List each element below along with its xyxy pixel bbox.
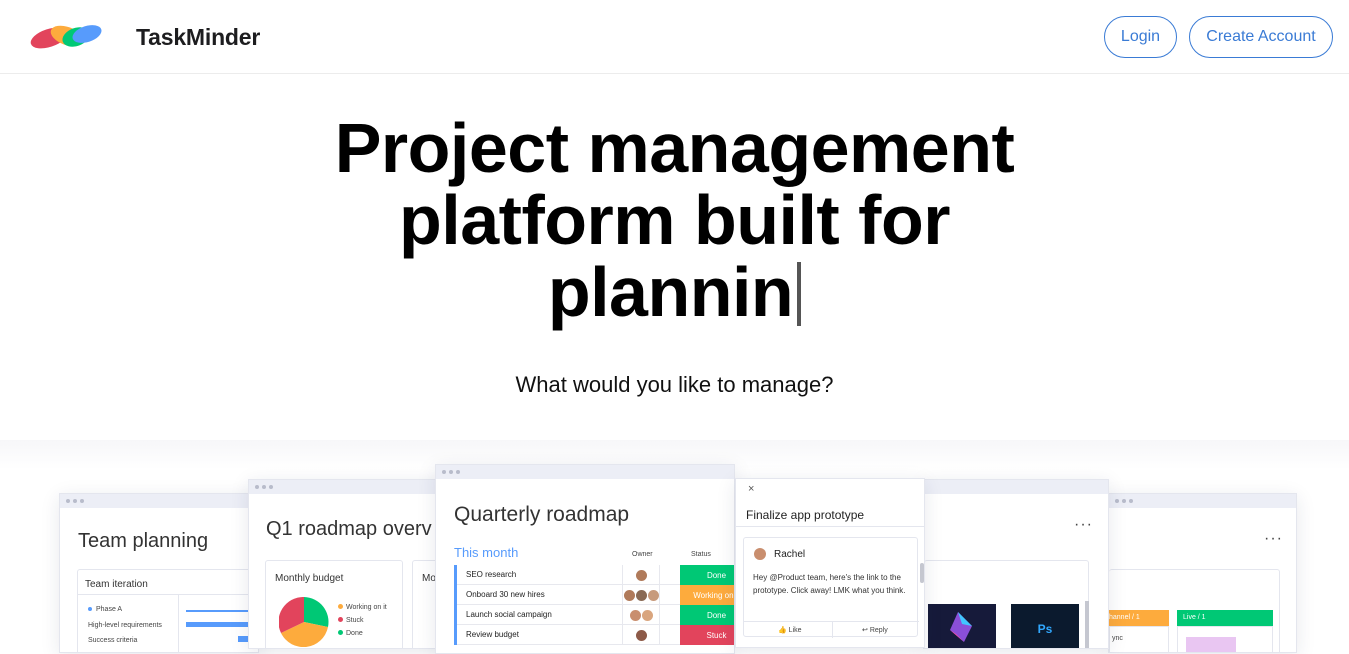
window-bar [1109,494,1296,508]
monthly-next-label: Mo [422,573,436,584]
photoshop-file-icon[interactable]: Ps [1011,604,1079,648]
post-message: Hey @Product team, here's the link to th… [753,573,906,595]
taskminder-logo-icon[interactable] [29,22,104,50]
kanban-thumbnail [1186,637,1236,652]
row-name: Review budget [466,630,519,639]
team-iteration-label: Team iteration [85,579,148,590]
file-thumbnail[interactable] [928,604,996,648]
owner-avatar[interactable] [622,565,660,585]
kanban-card: ··· hannel / 1 Live / 1 ync [1108,493,1297,653]
team-iteration-box: Team iteration Phase A High-level requir… [77,569,258,652]
legend-stuck: Stuck [338,617,364,624]
owner-avatar[interactable] [622,625,660,645]
kanban-card-item[interactable] [1177,626,1273,652]
status-badge[interactable]: Working on it [680,585,734,605]
more-options-icon[interactable]: ··· [1074,516,1093,534]
login-button[interactable]: Login [1104,16,1177,58]
kanban-column-live[interactable]: Live / 1 [1177,610,1273,626]
hero-title-line1: Project management [334,109,1015,187]
table-row[interactable]: Onboard 30 new hires Working on it [454,585,734,605]
quarterly-roadmap-card: Quarterly roadmap This month Owner Statu… [435,464,735,654]
status-badge[interactable]: Done [680,605,734,625]
legend-working: Working on it [338,604,387,611]
group-this-month[interactable]: This month [454,545,518,560]
window-bar [60,494,258,508]
more-options-icon[interactable]: ··· [1264,530,1283,548]
avatar [754,548,766,560]
kanban-column-channel[interactable]: hannel / 1 [1109,610,1169,626]
quarterly-roadmap-title: Quarterly roadmap [454,503,630,526]
post-author: Rachel [774,549,806,560]
top-header: TaskMinder Login Create Account [0,0,1349,74]
item-panel-title: Finalize app prototype [746,508,865,522]
kanban-card-item[interactable]: ync [1109,626,1169,652]
owner-avatar[interactable] [622,605,660,625]
update-post: Rachel Hey @Product team, here's the lin… [743,537,919,638]
hero-title: Project management platform built for pl… [0,112,1349,328]
owner-column-header: Owner [632,551,653,558]
status-badge[interactable]: Done [680,565,734,585]
q1-roadmap-card: Q1 roadmap overv Monthly budget Working … [248,479,448,649]
requirements-item: High-level requirements [88,622,162,629]
row-name: SEO research [466,570,517,579]
panel-scrollbar[interactable] [920,563,924,583]
table-row[interactable]: SEO research Done [454,565,734,585]
table-row[interactable]: Review budget Stuck [454,625,734,645]
kanban-box: hannel / 1 Live / 1 ync [1109,569,1280,652]
team-planning-card: Team planning Team iteration Phase A Hig… [59,493,259,653]
close-icon[interactable]: × [748,483,754,495]
brand-name[interactable]: TaskMinder [136,24,260,51]
scrollbar[interactable] [1085,601,1089,648]
legend-done: Done [338,630,363,637]
hero-title-line3: plannin [547,253,794,331]
budget-pie-chart [279,597,329,647]
monthly-budget-box: Monthly budget Working on it Stuck Done [265,560,403,648]
files-card: ··· Ps [923,479,1109,649]
hero-subtitle: What would you like to manage? [515,372,834,397]
create-account-button[interactable]: Create Account [1189,16,1333,58]
reply-button[interactable]: ↩ Reply [862,626,888,634]
like-button[interactable]: 👍 Like [778,626,802,634]
status-column-header: Status [691,551,711,558]
row-name: Onboard 30 new hires [466,590,545,599]
typing-caret [797,262,802,326]
monthly-budget-label: Monthly budget [275,573,344,584]
files-box: Ps [924,560,1089,648]
team-planning-title: Team planning [78,530,209,552]
table-row[interactable]: Launch social campaign Done [454,605,734,625]
hero-title-line2: platform built for [399,181,950,259]
phase-item: Phase A [88,606,122,613]
window-bar [249,480,447,494]
row-name: Launch social campaign [466,610,552,619]
window-bar [436,465,734,479]
window-bar [924,480,1108,494]
status-badge[interactable]: Stuck [680,625,734,645]
item-detail-panel: × Finalize app prototype Rachel Hey @Pro… [735,478,925,648]
owner-avatar[interactable] [622,585,660,605]
q1-roadmap-title: Q1 roadmap overv [266,518,432,540]
